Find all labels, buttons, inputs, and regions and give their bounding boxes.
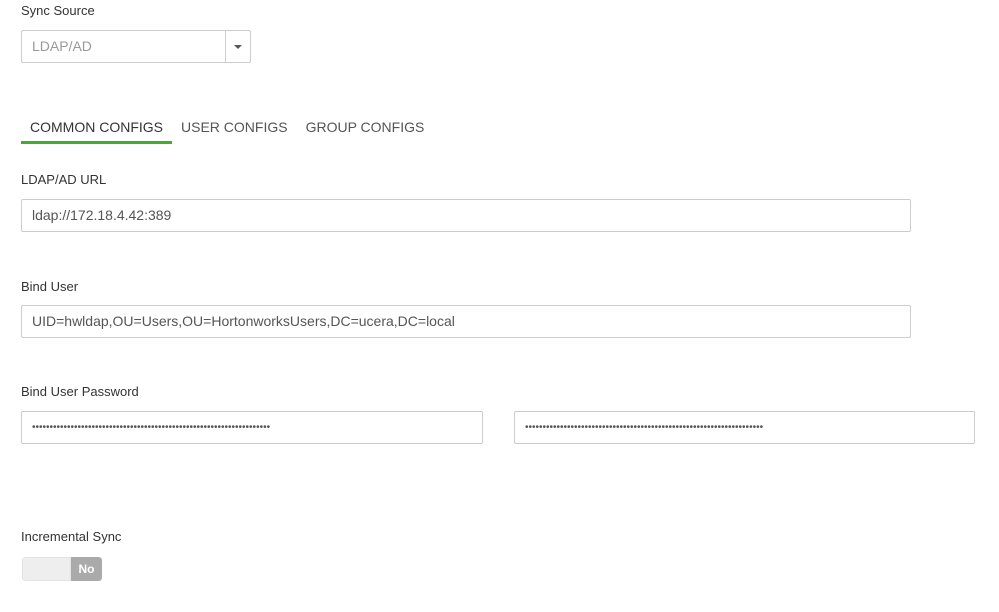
sync-source-label: Sync Source	[21, 3, 95, 18]
sync-source-value[interactable]: LDAP/AD	[21, 30, 226, 63]
ldap-url-input[interactable]: ldap://172.18.4.42:389	[21, 199, 911, 232]
sync-source-select[interactable]: LDAP/AD	[21, 30, 251, 63]
bind-password-label: Bind User Password	[21, 384, 139, 399]
bind-user-label: Bind User	[21, 279, 79, 294]
caret-down-icon	[234, 44, 243, 49]
ldap-url-label: LDAP/AD URL	[21, 172, 107, 187]
incremental-sync-label: Incremental Sync	[21, 529, 122, 544]
toggle-track[interactable]	[22, 557, 71, 581]
config-tabs: COMMON CONFIGS USER CONFIGS GROUP CONFIG…	[21, 112, 433, 144]
bind-user-input[interactable]: UID=hwldap,OU=Users,OU=HortonworksUsers,…	[21, 305, 911, 338]
bind-password-confirm-input[interactable]: ••••••••••••••••••••••••••••••••••••••••…	[514, 411, 975, 444]
dropdown-toggle-button[interactable]	[225, 30, 251, 63]
toggle-state-no[interactable]: No	[71, 557, 102, 581]
bind-password-input[interactable]: ••••••••••••••••••••••••••••••••••••••••…	[21, 411, 483, 444]
tab-group-configs[interactable]: GROUP CONFIGS	[297, 112, 434, 144]
tab-common-configs[interactable]: COMMON CONFIGS	[21, 112, 172, 144]
tab-user-configs[interactable]: USER CONFIGS	[172, 112, 297, 144]
incremental-sync-toggle[interactable]: No	[22, 557, 102, 581]
sync-config-form: Sync Source LDAP/AD COMMON CONFIGS USER …	[0, 0, 999, 612]
